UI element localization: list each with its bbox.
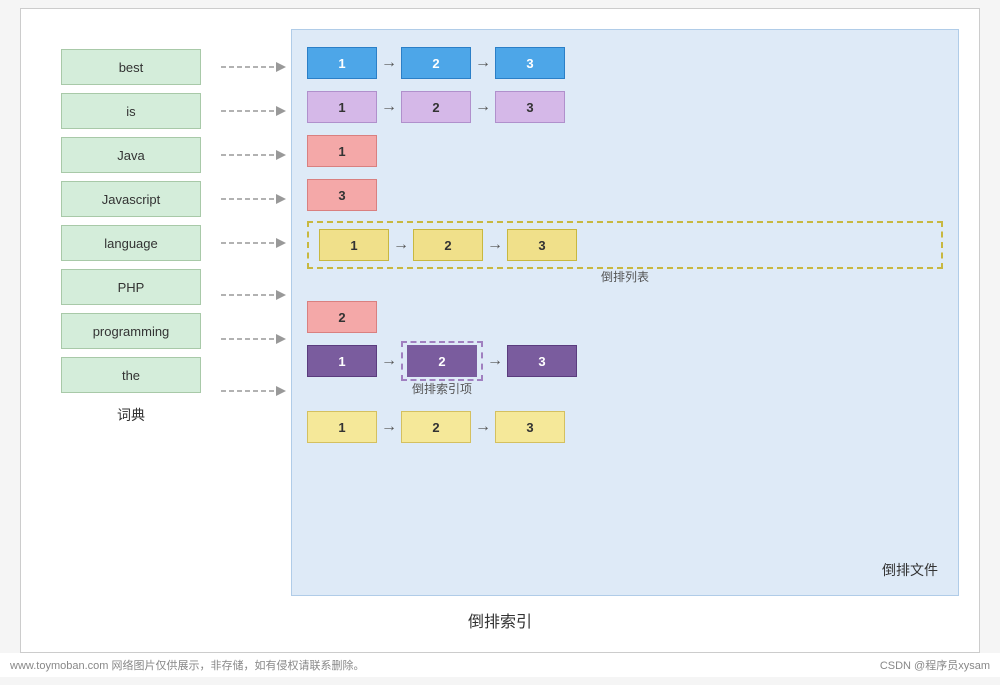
arrow-the-23: → [471,418,495,436]
inv-entry-container: 2 倒排索引项 [401,341,483,381]
footer-left: www.toymoban.com 网络图片仅供展示，非存储，如有侵权请联系删除。 [10,657,364,673]
node-is-1: 1 [307,91,377,123]
connector-php [221,277,291,313]
posting-row-java: 1 [307,133,943,169]
dict-item-javascript: Javascript [61,181,201,217]
arrow-lang-12: → [389,236,413,254]
connector-java [221,137,291,173]
node-the-3: 3 [495,411,565,443]
node-best-1: 1 [307,47,377,79]
arrow-best-23: → [471,54,495,72]
node-javascript-3: 3 [307,179,377,211]
connector-programming [221,321,291,365]
posting-row-language-container: 1 → 2 → 3 倒排列表 [307,221,943,269]
node-php-2: 2 [307,301,377,333]
inv-entry-box: 2 倒排索引项 [401,341,483,381]
dict-item-programming: programming [61,313,201,349]
dict-item-php: PHP [61,269,201,305]
posting-row-programming-container: 1 → 2 倒排索引项 → 3 [307,343,943,379]
diagram-area: best is Java Javascript language PHP pro… [41,29,959,596]
node-language-3: 3 [507,229,577,261]
arrow-lang-23: → [483,236,507,254]
dict-item-best: best [61,49,201,85]
dict-item-is: is [61,93,201,129]
dictionary-section: best is Java Javascript language PHP pro… [41,29,221,596]
connector-language [221,225,291,269]
footer-right: CSDN @程序员xysam [880,657,990,673]
node-best-2: 2 [401,47,471,79]
inverted-file-label: 倒排文件 [882,560,938,580]
connector-the [221,373,291,409]
node-language-1: 1 [319,229,389,261]
posting-row-best: 1 → 2 → 3 [307,45,943,81]
bottom-label: 倒排索引 [468,608,532,632]
node-prog-3: 3 [507,345,577,377]
posting-row-the: 1 → 2 → 3 [307,409,943,445]
inv-list-box: 1 → 2 → 3 倒排列表 [307,221,943,269]
inverted-section: 1 → 2 → 3 1 → 2 → 3 1 3 [291,29,959,596]
inv-entry-label: 倒排索引项 [412,380,472,397]
arrow-prog-12: → [377,352,401,370]
node-is-3: 3 [495,91,565,123]
posting-row-is: 1 → 2 → 3 [307,89,943,125]
node-best-3: 3 [495,47,565,79]
dict-item-the: the [61,357,201,393]
arrow-is-23: → [471,98,495,116]
connector-best [221,49,291,85]
node-the-1: 1 [307,411,377,443]
posting-row-javascript: 3 [307,177,943,213]
connector-javascript [221,181,291,217]
posting-row-programming: 1 → 2 倒排索引项 → 3 [307,343,943,379]
main-container: best is Java Javascript language PHP pro… [20,8,980,653]
node-language-2: 2 [413,229,483,261]
arrow-best-12: → [377,54,401,72]
connectors [221,29,291,596]
inv-list-label: 倒排列表 [601,268,649,285]
arrow-prog-23: → [483,352,507,370]
node-is-2: 2 [401,91,471,123]
arrow-is-12: → [377,98,401,116]
footer: www.toymoban.com 网络图片仅供展示，非存储，如有侵权请联系删除。… [0,653,1000,677]
posting-row-php: 2 [307,299,943,335]
dictionary-label: 词典 [117,405,145,425]
node-prog-1: 1 [307,345,377,377]
dict-item-java: Java [61,137,201,173]
dict-items: best is Java Javascript language PHP pro… [61,49,201,393]
dict-item-language: language [61,225,201,261]
node-the-2: 2 [401,411,471,443]
node-java-1: 1 [307,135,377,167]
arrow-the-12: → [377,418,401,436]
connector-is [221,93,291,129]
node-prog-2-inner: 2 [407,345,477,377]
